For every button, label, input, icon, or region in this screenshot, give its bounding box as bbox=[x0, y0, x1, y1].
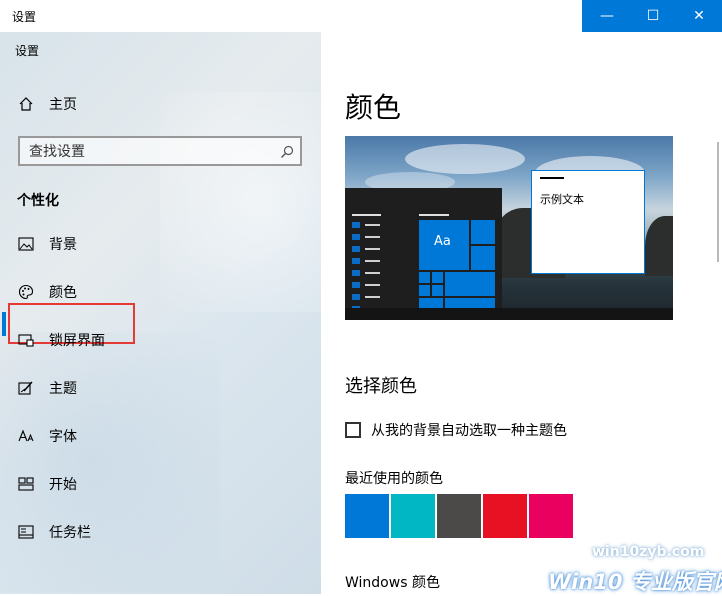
preview-tile bbox=[445, 272, 495, 296]
palette-icon bbox=[17, 283, 35, 301]
preview-sample-titlebar bbox=[540, 177, 564, 179]
choose-color-heading: 选择颜色 bbox=[345, 376, 417, 397]
preview-tile-heading bbox=[419, 214, 449, 216]
taskbar-icon bbox=[17, 523, 35, 541]
font-icon bbox=[17, 427, 35, 445]
color-swatch[interactable] bbox=[437, 494, 481, 538]
preview-tile-large: Aa bbox=[419, 220, 469, 270]
color-swatch[interactable] bbox=[345, 494, 389, 538]
sidebar-item-fonts[interactable]: 字体 bbox=[0, 416, 321, 456]
sidebar-item-label: 锁屏界面 bbox=[49, 333, 105, 349]
sidebar-item-label: 字体 bbox=[49, 429, 77, 445]
preview-sample-text: 示例文本 bbox=[540, 193, 584, 206]
sidebar-item-start[interactable]: 开始 bbox=[0, 464, 321, 504]
maximize-icon: ☐ bbox=[646, 8, 660, 24]
maximize-button[interactable]: ☐ bbox=[630, 0, 676, 32]
sidebar-item-home[interactable]: 主页 bbox=[0, 84, 321, 124]
window-title: 设置 bbox=[12, 10, 37, 24]
sidebar: 设置 主页 个性化 背景 颜色 锁屏界面 主题 bbox=[0, 32, 321, 594]
close-button[interactable]: ✕ bbox=[676, 0, 722, 32]
sidebar-item-taskbar[interactable]: 任务栏 bbox=[0, 512, 321, 552]
theme-icon bbox=[17, 379, 35, 397]
preview-line bbox=[365, 236, 380, 238]
preview-start-menu: Aa bbox=[345, 188, 502, 320]
preview-rock bbox=[645, 216, 673, 276]
preview-line bbox=[365, 296, 380, 298]
preview-rail bbox=[352, 234, 360, 240]
preview-line bbox=[365, 260, 380, 262]
color-swatch[interactable] bbox=[483, 494, 527, 538]
sidebar-item-lock-screen[interactable]: 锁屏界面 bbox=[0, 320, 321, 360]
sidebar-item-background[interactable]: 背景 bbox=[0, 224, 321, 264]
minimize-icon: — bbox=[600, 8, 614, 24]
window-controls: — ☐ ✕ bbox=[584, 0, 722, 32]
preview-cloud bbox=[405, 144, 525, 174]
sidebar-item-label: 主页 bbox=[49, 97, 77, 113]
home-icon bbox=[17, 95, 35, 113]
minimize-button[interactable]: — bbox=[584, 0, 630, 32]
windows-colors-label: Windows 颜色 bbox=[345, 575, 440, 591]
preview-start-heading bbox=[352, 214, 381, 216]
preview-tile bbox=[432, 272, 443, 283]
page-title: 颜色 bbox=[345, 91, 402, 124]
recent-colors-label: 最近使用的颜色 bbox=[345, 471, 443, 487]
preview-taskbar bbox=[345, 308, 673, 320]
preview-line bbox=[365, 248, 380, 250]
preview-tile bbox=[471, 220, 495, 244]
auto-pick-row[interactable]: 从我的背景自动选取一种主题色 bbox=[345, 420, 567, 440]
color-preview: Aa 示例文本 bbox=[345, 136, 673, 320]
app-label: 设置 bbox=[15, 44, 40, 58]
start-icon bbox=[17, 475, 35, 493]
preview-tile bbox=[471, 246, 495, 270]
preview-tile-text: Aa bbox=[434, 234, 451, 249]
sidebar-item-label: 颜色 bbox=[49, 285, 77, 301]
search-icon[interactable] bbox=[280, 144, 294, 158]
section-heading: 个性化 bbox=[17, 193, 59, 209]
lock-screen-icon bbox=[17, 331, 35, 349]
search-box bbox=[18, 136, 302, 166]
preview-rail bbox=[352, 222, 360, 228]
preview-sample-window: 示例文本 bbox=[531, 170, 645, 274]
preview-rail bbox=[352, 282, 360, 288]
title-bar: 设置 — ☐ ✕ bbox=[0, 0, 722, 33]
preview-rail bbox=[352, 270, 360, 276]
preview-line bbox=[365, 284, 380, 286]
search-input[interactable] bbox=[20, 138, 281, 166]
sidebar-item-label: 任务栏 bbox=[49, 525, 91, 541]
sidebar-item-label: 开始 bbox=[49, 477, 77, 493]
preview-line bbox=[365, 224, 380, 226]
main-content: 颜色 Aa 示例文本 选择颜色 从我的背景自动选取一种主题色 最近使用的颜色 W… bbox=[321, 32, 722, 594]
color-swatch[interactable] bbox=[391, 494, 435, 538]
preview-line bbox=[365, 272, 380, 274]
recent-colors bbox=[345, 494, 575, 538]
auto-pick-label[interactable]: 从我的背景自动选取一种主题色 bbox=[371, 420, 567, 440]
sidebar-item-label: 主题 bbox=[49, 381, 77, 397]
close-icon: ✕ bbox=[693, 8, 705, 24]
preview-tile bbox=[432, 285, 443, 296]
preview-rail bbox=[352, 246, 360, 252]
watermark-logo-text: Win10 专业版官网 bbox=[548, 570, 722, 594]
picture-icon bbox=[17, 235, 35, 253]
preview-rail bbox=[352, 258, 360, 264]
preview-rail bbox=[352, 294, 360, 300]
preview-tile bbox=[419, 285, 430, 296]
sidebar-item-label: 背景 bbox=[49, 237, 77, 253]
color-swatch[interactable] bbox=[529, 494, 573, 538]
scrollbar[interactable] bbox=[717, 142, 719, 262]
sidebar-item-themes[interactable]: 主题 bbox=[0, 368, 321, 408]
preview-tile bbox=[419, 272, 430, 283]
auto-pick-checkbox[interactable] bbox=[345, 422, 361, 438]
watermark-url: win10zyb.com bbox=[592, 544, 705, 560]
